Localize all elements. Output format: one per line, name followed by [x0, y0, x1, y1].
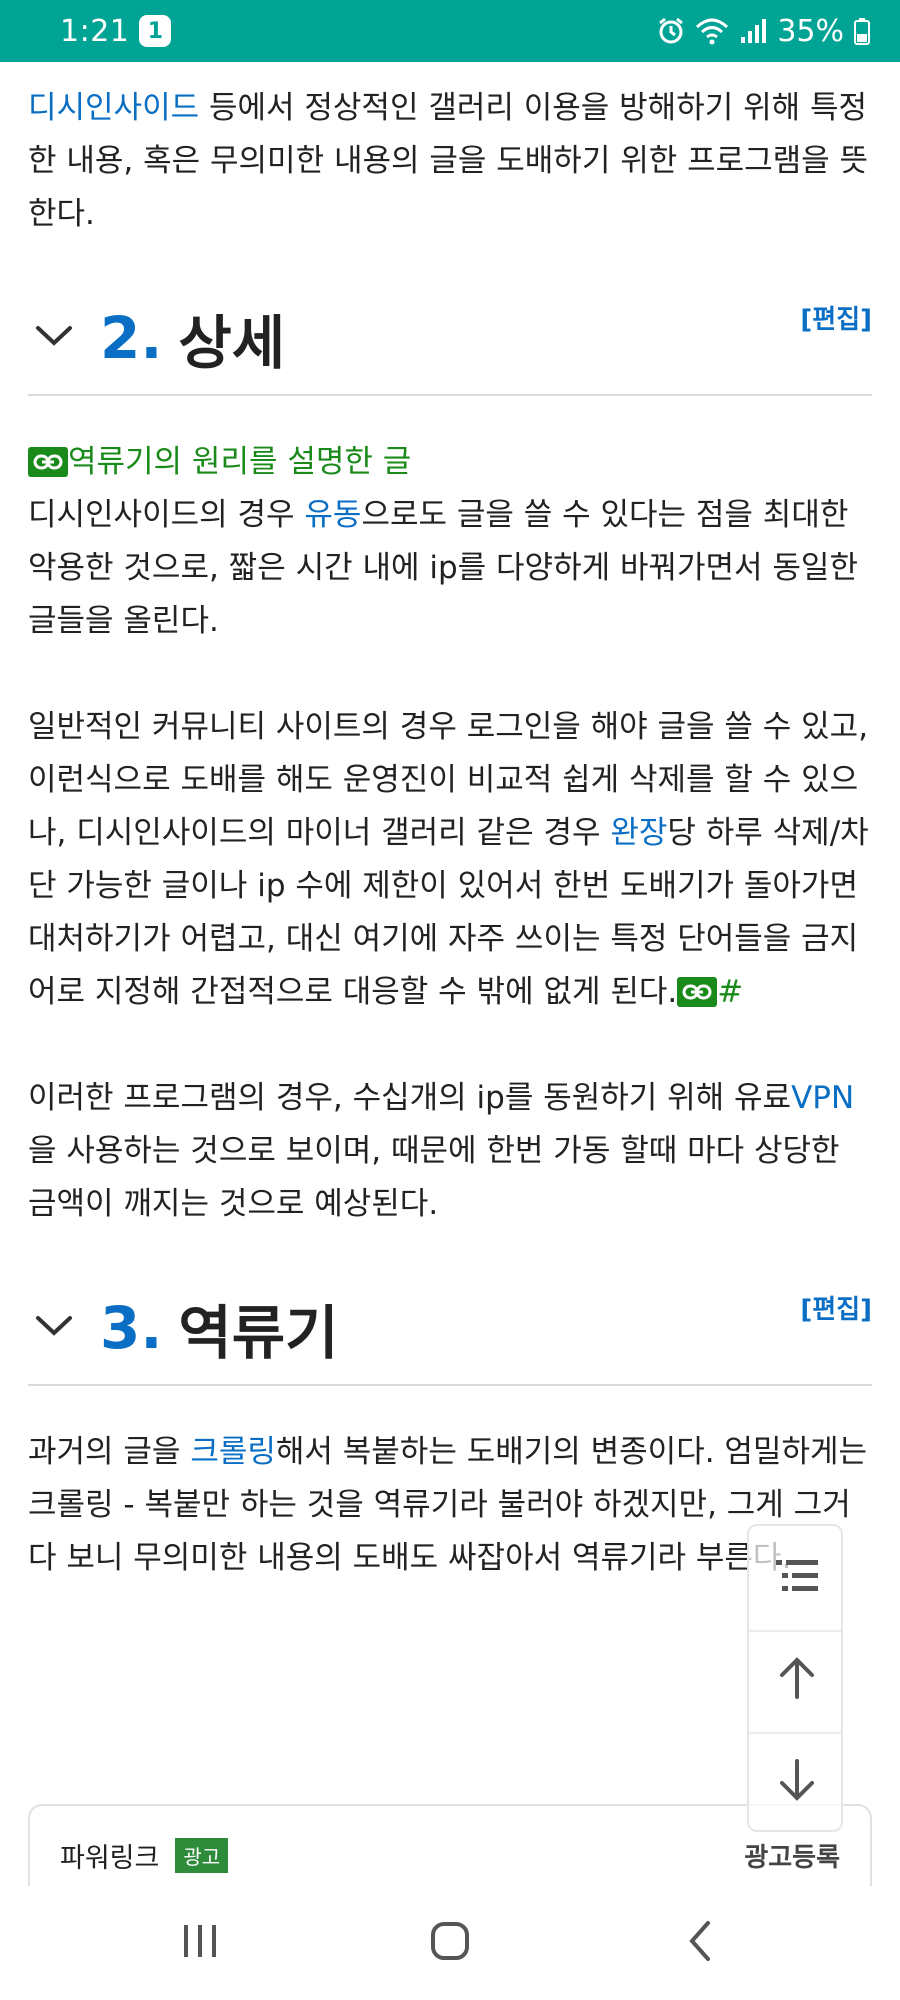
status-indicators: 35%: [657, 14, 870, 49]
signal-icon: [739, 17, 767, 45]
section-2-text: 디시인사이드의 경우: [28, 497, 305, 533]
section-3-edit-link[interactable]: [편집]: [800, 1289, 872, 1326]
arrow-down-icon: [777, 1757, 817, 1807]
link-vpn[interactable]: VPN: [791, 1080, 854, 1116]
wifi-icon: [695, 17, 729, 45]
status-bar: 1:21 1 35%: [0, 0, 900, 62]
ad-register-link[interactable]: 광고등록: [744, 1837, 840, 1874]
section-2-edit-link[interactable]: [편집]: [800, 299, 872, 336]
toc-button[interactable]: [749, 1530, 845, 1626]
alarm-icon: [657, 17, 685, 45]
ad-badge: 광고: [175, 1837, 229, 1873]
section-2-paragraph-3: 이러한 프로그램의 경우, 수십개의 ip를 동원하기 위해 유료VPN 을 사용…: [28, 1072, 872, 1231]
recents-icon: [181, 1923, 219, 1963]
chevron-down-icon[interactable]: [34, 1314, 78, 1342]
link-crawling[interactable]: 크롤링: [190, 1434, 276, 1470]
section-2-header: 2. 상세 [편집]: [28, 281, 872, 396]
section-2-number: 2.: [100, 303, 163, 372]
external-link-icon[interactable]: [28, 447, 68, 477]
home-icon: [430, 1921, 470, 1965]
arrow-up-icon: [777, 1655, 817, 1705]
scroll-bottom-button[interactable]: [749, 1734, 845, 1830]
floating-nav-panel: [747, 1524, 843, 1832]
navigation-bar: [0, 1886, 900, 2000]
home-button[interactable]: [410, 1886, 490, 2000]
section-3-number: 3.: [100, 1293, 163, 1362]
section-2-text: 을 사용하는 것으로 보이며, 때문에 한번 가동 할때 마다 상당한 금액이 …: [28, 1133, 840, 1222]
section-2-title: 상세: [178, 308, 286, 377]
powerlink-title: 파워링크: [60, 1842, 160, 1874]
recents-button[interactable]: [160, 1886, 240, 2000]
scroll-top-button[interactable]: [749, 1632, 845, 1728]
section-3-header: 3. 역류기 [편집]: [28, 1271, 872, 1386]
link-wanjang[interactable]: 완장: [610, 815, 667, 851]
toc-icon: [774, 1556, 820, 1600]
notification-badge: 1: [139, 15, 172, 47]
link-dcinside[interactable]: 디시인사이드: [28, 90, 199, 126]
section-2-paragraph-1: 역류기의 원리를 설명한 글 디시인사이드의 경우 유동으로도 글을 쓸 수 있…: [28, 436, 872, 648]
external-link-icon[interactable]: [677, 977, 718, 1007]
intro-paragraph: 디시인사이드 등에서 정상적인 갤러리 이용을 방해하기 위해 특정한 내용, …: [28, 82, 872, 241]
battery-percent: 35%: [777, 13, 844, 49]
section-3-paragraph-1: 과거의 글을 크롤링해서 복붙하는 도배기의 변종이다. 엄밀하게는 크롤링 -…: [28, 1426, 872, 1585]
external-link-principle[interactable]: 역류기의 원리를 설명한 글: [68, 444, 411, 480]
section-3-title: 역류기: [178, 1298, 339, 1367]
section-2-paragraph-2: 일반적인 커뮤니티 사이트의 경우 로그인을 해야 글을 쓸 수 있고, 이런식…: [28, 701, 872, 1019]
section-2-text: 이러한 프로그램의 경우, 수십개의 ip를 동원하기 위해 유료: [28, 1080, 792, 1116]
chevron-down-icon[interactable]: [34, 324, 78, 352]
back-icon: [686, 1920, 714, 1966]
external-link-hash[interactable]: #: [717, 974, 743, 1010]
status-time: 1:21: [60, 13, 130, 49]
link-yudong[interactable]: 유동: [304, 497, 361, 533]
article-content: 디시인사이드 등에서 정상적인 갤러리 이용을 방해하기 위해 특정한 내용, …: [28, 62, 872, 1585]
section-3-text: 과거의 글을: [28, 1434, 191, 1470]
battery-icon: [854, 17, 870, 45]
back-button[interactable]: [660, 1886, 740, 2000]
